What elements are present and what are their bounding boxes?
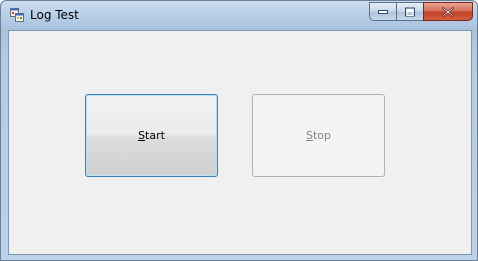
start-button-label: Start [138,129,165,142]
caption-buttons [369,2,473,21]
app-window: Log Test Start Stop [0,0,478,261]
start-button[interactable]: Start [85,94,218,177]
close-button[interactable] [423,2,473,21]
maximize-icon [405,7,415,16]
title-bar[interactable]: Log Test [1,1,477,30]
stop-button-mnemonic: S [305,129,313,142]
minimize-button[interactable] [369,2,396,21]
window-title: Log Test [30,8,79,22]
app-icon[interactable] [10,8,24,22]
close-icon [442,6,454,17]
stop-button-label-rest: top [312,129,331,142]
start-button-label-rest: tart [145,129,165,142]
maximize-button[interactable] [396,2,423,21]
start-button-mnemonic: S [138,129,146,142]
stop-button-label: Stop [306,129,331,142]
stop-button[interactable]: Stop [252,94,385,177]
form-client-area: Start Stop [8,30,472,255]
minimize-icon [378,9,388,14]
